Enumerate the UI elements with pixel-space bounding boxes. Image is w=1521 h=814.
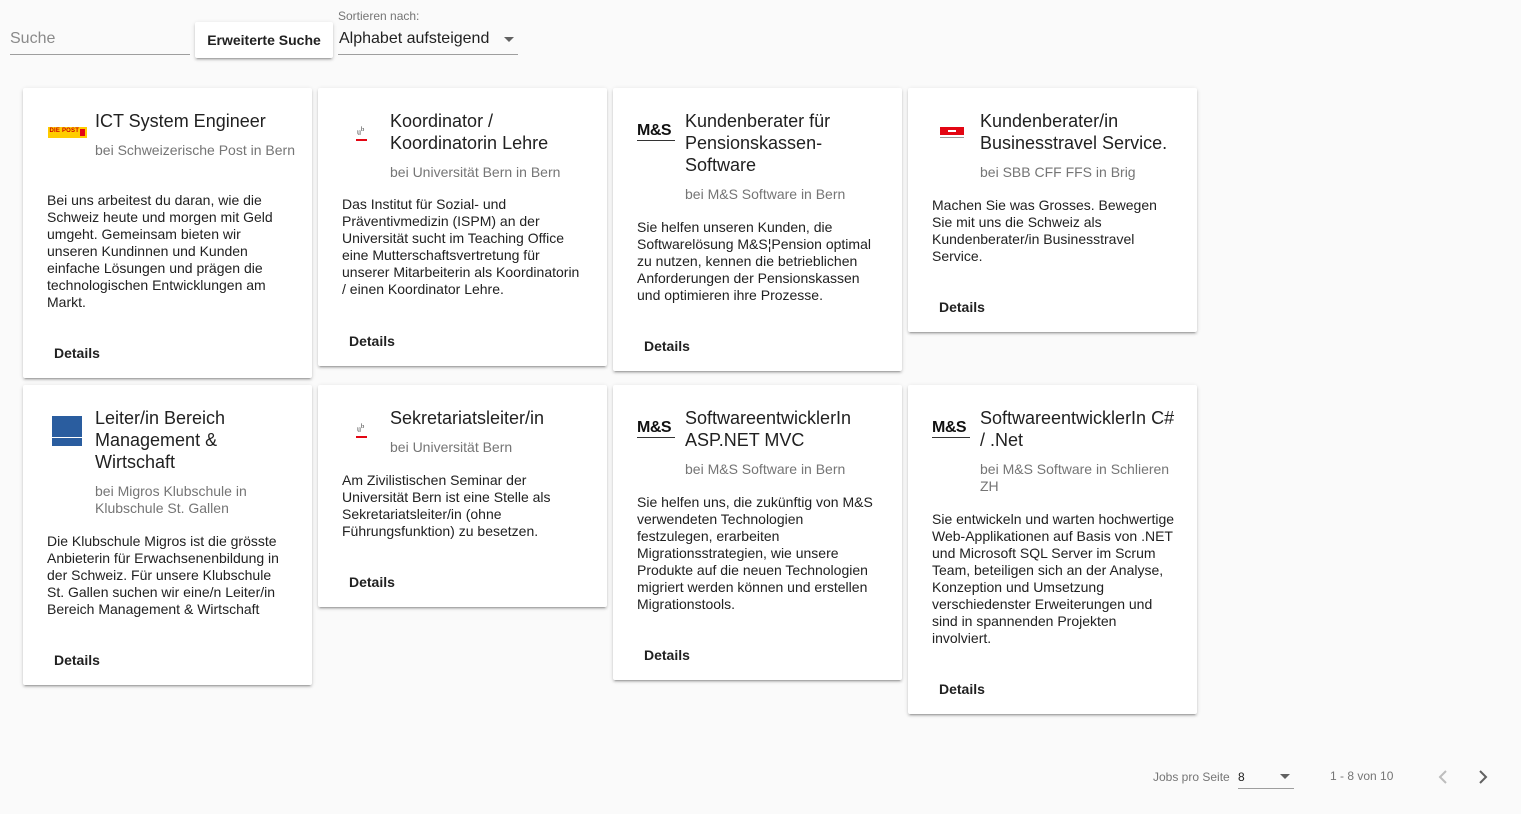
search-field[interactable] xyxy=(10,24,190,55)
details-button[interactable]: Details xyxy=(635,328,699,364)
job-title[interactable]: Kundenberater für Pensionskassen-Softwar… xyxy=(685,110,885,176)
job-company: bei M&S Software in Bern xyxy=(685,461,846,477)
ms-software-logo: M&S xyxy=(637,417,677,441)
job-description: Bei uns arbeitest du daran, wie die Schw… xyxy=(47,192,273,310)
details-button[interactable]: Details xyxy=(340,323,404,359)
migros-klubschule-logo xyxy=(47,416,87,446)
job-card: Leiter/in Bereich Management & Wirtschaf… xyxy=(23,385,312,685)
details-button[interactable]: Details xyxy=(45,642,109,678)
job-description: Am Zivilistischen Seminar der Universitä… xyxy=(342,472,551,539)
advanced-search-button[interactable]: Erweiterte Suche xyxy=(195,22,333,58)
job-card: ub Sekretariatsleiter/in bei Universität… xyxy=(318,385,607,607)
job-card: Kundenberater/in Businesstravel Service.… xyxy=(908,88,1197,332)
caret-down-icon xyxy=(504,37,514,42)
chevron-left-icon xyxy=(1438,770,1447,784)
job-card: M&S SoftwareentwicklerIn C# / .Net bei M… xyxy=(908,385,1197,714)
job-company: bei Schweizerische Post in Bern xyxy=(95,142,295,158)
job-card: M&S SoftwareentwicklerIn ASP.NET MVC bei… xyxy=(613,385,902,680)
job-title[interactable]: Kundenberater/in Businesstravel Service. xyxy=(980,110,1180,154)
details-button[interactable]: Details xyxy=(635,637,699,673)
details-button[interactable]: Details xyxy=(930,671,994,707)
details-button[interactable]: Details xyxy=(340,564,404,600)
job-description: Sie helfen unseren Kunden, die Softwarel… xyxy=(637,219,871,303)
details-button[interactable]: Details xyxy=(45,335,109,371)
universitaet-bern-logo: ub xyxy=(342,120,382,144)
ms-software-logo: M&S xyxy=(932,417,972,441)
sort-select-value: Alphabet aufsteigend xyxy=(339,30,490,47)
details-button[interactable]: Details xyxy=(930,289,994,325)
job-title[interactable]: SoftwareentwicklerIn ASP.NET MVC xyxy=(685,407,885,451)
job-title[interactable]: SoftwareentwicklerIn C# / .Net xyxy=(980,407,1180,451)
sbb-logo xyxy=(932,120,972,144)
job-card: M&S Kundenberater für Pensionskassen-Sof… xyxy=(613,88,902,371)
job-description: Die Klubschule Migros ist die grösste An… xyxy=(47,533,279,617)
previous-page-button[interactable] xyxy=(1428,762,1458,792)
job-company: bei Universität Bern in Bern xyxy=(390,164,561,180)
job-company: bei Migros Klubschule in Klubschule St. … xyxy=(95,483,247,516)
job-title[interactable]: Koordinator / Koordinatorin Lehre xyxy=(390,110,590,154)
caret-down-icon xyxy=(1280,774,1290,779)
job-description: Sie helfen uns, die zukünftig von M&S ve… xyxy=(637,494,873,612)
ms-software-logo: M&S xyxy=(637,120,677,144)
jobs-per-page-label: Jobs pro Seite xyxy=(1153,770,1230,784)
job-card: ub Koordinator / Koordinatorin Lehre bei… xyxy=(318,88,607,366)
job-company: bei Universität Bern xyxy=(390,439,513,455)
job-title[interactable]: ICT System Engineer xyxy=(95,110,295,132)
job-card: DIE POST ICT System Engineer bei Schweiz… xyxy=(23,88,312,378)
jobs-per-page-select[interactable]: 8 xyxy=(1238,766,1294,789)
sort-label: Sortieren nach: xyxy=(338,9,420,23)
universitaet-bern-logo: ub xyxy=(342,417,382,441)
next-page-button[interactable] xyxy=(1468,762,1498,792)
sort-select[interactable]: Alphabet aufsteigend xyxy=(338,26,518,55)
jobs-per-page-value: 8 xyxy=(1238,770,1245,784)
job-title[interactable]: Leiter/in Bereich Management & Wirtschaf… xyxy=(95,407,295,473)
job-company: bei M&S Software in Bern xyxy=(685,186,846,202)
job-company: bei SBB CFF FFS in Brig xyxy=(980,164,1136,180)
search-input[interactable] xyxy=(10,24,190,54)
job-description: Machen Sie was Grosses. Bewegen Sie mit … xyxy=(932,197,1157,264)
job-description: Das Institut für Sozial- und Präventivme… xyxy=(342,196,580,297)
die-post-logo: DIE POST xyxy=(47,120,87,144)
job-description: Sie entwickeln und warten hochwertige We… xyxy=(932,511,1175,646)
job-title[interactable]: Sekretariatsleiter/in xyxy=(390,407,590,429)
chevron-right-icon xyxy=(1479,770,1488,784)
job-company: bei M&S Software in Schlieren ZH xyxy=(980,461,1170,494)
page-range-label: 1 - 8 von 10 xyxy=(1330,769,1394,783)
